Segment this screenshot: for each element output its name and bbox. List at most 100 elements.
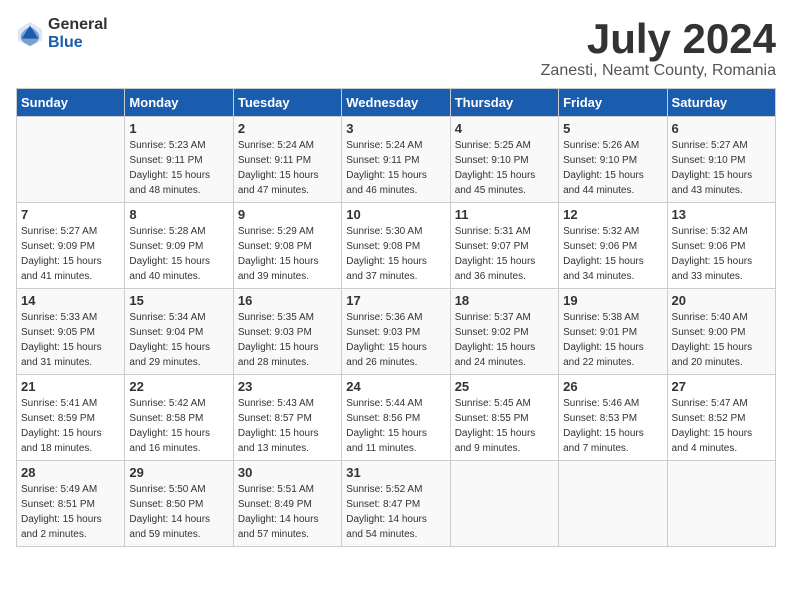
day-detail: Sunrise: 5:36 AM Sunset: 9:03 PM Dayligh…: [346, 310, 445, 370]
header-sunday: Sunday: [17, 89, 125, 117]
calendar-cell: 14 Sunrise: 5:33 AM Sunset: 9:05 PM Dayli…: [17, 289, 125, 375]
header-wednesday: Wednesday: [342, 89, 450, 117]
logo-blue: Blue: [48, 34, 108, 52]
calendar-cell: [667, 461, 775, 547]
title-block: July 2024 Zanesti, Neamt County, Romania: [541, 16, 776, 80]
day-detail: Sunrise: 5:33 AM Sunset: 9:05 PM Dayligh…: [21, 310, 120, 370]
day-number: 22: [129, 379, 228, 394]
day-number: 11: [455, 207, 554, 222]
calendar-cell: 24 Sunrise: 5:44 AM Sunset: 8:56 PM Dayli…: [342, 375, 450, 461]
day-number: 30: [238, 465, 337, 480]
day-detail: Sunrise: 5:38 AM Sunset: 9:01 PM Dayligh…: [563, 310, 662, 370]
day-number: 28: [21, 465, 120, 480]
day-number: 23: [238, 379, 337, 394]
day-number: 4: [455, 121, 554, 136]
day-number: 15: [129, 293, 228, 308]
day-detail: Sunrise: 5:37 AM Sunset: 9:02 PM Dayligh…: [455, 310, 554, 370]
calendar-cell: 16Sunrise: 5:35 AM Sunset: 9:03 PM Dayli…: [233, 289, 341, 375]
day-detail: Sunrise: 5:52 AM Sunset: 8:47 PM Dayligh…: [346, 482, 445, 542]
day-number: 17: [346, 293, 445, 308]
calendar-cell: 7 Sunrise: 5:27 AM Sunset: 9:09 PM Daylig…: [17, 203, 125, 289]
calendar-cell: 2 Sunrise: 5:24 AM Sunset: 9:11 PM Daylig…: [233, 117, 341, 203]
day-number: 12: [563, 207, 662, 222]
day-number: 29: [129, 465, 228, 480]
day-number: 3: [346, 121, 445, 136]
day-detail: Sunrise: 5:51 AM Sunset: 8:49 PM Dayligh…: [238, 482, 337, 542]
calendar-cell: 9 Sunrise: 5:29 AM Sunset: 9:08 PM Daylig…: [233, 203, 341, 289]
day-detail: Sunrise: 5:27 AM Sunset: 9:10 PM Dayligh…: [672, 138, 771, 198]
day-number: 27: [672, 379, 771, 394]
header-tuesday: Tuesday: [233, 89, 341, 117]
day-detail: Sunrise: 5:40 AM Sunset: 9:00 PM Dayligh…: [672, 310, 771, 370]
day-detail: Sunrise: 5:45 AM Sunset: 8:55 PM Dayligh…: [455, 396, 554, 456]
calendar-cell: 15 Sunrise: 5:34 AM Sunset: 9:04 PM Dayli…: [125, 289, 233, 375]
day-detail: Sunrise: 5:28 AM Sunset: 9:09 PM Dayligh…: [129, 224, 228, 284]
logo-text: General Blue: [48, 16, 108, 51]
calendar-cell: 11 Sunrise: 5:31 AM Sunset: 9:07 PM Dayli…: [450, 203, 558, 289]
calendar-cell: 3Sunrise: 5:24 AM Sunset: 9:11 PM Daylig…: [342, 117, 450, 203]
day-detail: Sunrise: 5:44 AM Sunset: 8:56 PM Dayligh…: [346, 396, 445, 456]
logo-general: General: [48, 16, 108, 34]
calendar-cell: 17 Sunrise: 5:36 AM Sunset: 9:03 PM Dayli…: [342, 289, 450, 375]
day-detail: Sunrise: 5:32 AM Sunset: 9:06 PM Dayligh…: [672, 224, 771, 284]
calendar-cell: 4 Sunrise: 5:25 AM Sunset: 9:10 PM Daylig…: [450, 117, 558, 203]
calendar-cell: 23Sunrise: 5:43 AM Sunset: 8:57 PM Dayli…: [233, 375, 341, 461]
day-number: 21: [21, 379, 120, 394]
day-number: 16: [238, 293, 337, 308]
calendar-cell: 13 Sunrise: 5:32 AM Sunset: 9:06 PM Dayli…: [667, 203, 775, 289]
header-friday: Friday: [559, 89, 667, 117]
day-detail: Sunrise: 5:49 AM Sunset: 8:51 PM Dayligh…: [21, 482, 120, 542]
day-detail: Sunrise: 5:50 AM Sunset: 8:50 PM Dayligh…: [129, 482, 228, 542]
week-row-2: 7 Sunrise: 5:27 AM Sunset: 9:09 PM Daylig…: [17, 203, 776, 289]
week-row-5: 28 Sunrise: 5:49 AM Sunset: 8:51 PM Dayli…: [17, 461, 776, 547]
day-number: 10: [346, 207, 445, 222]
day-number: 1: [129, 121, 228, 136]
calendar-cell: 19 Sunrise: 5:38 AM Sunset: 9:01 PM Dayli…: [559, 289, 667, 375]
calendar-cell: 26Sunrise: 5:46 AM Sunset: 8:53 PM Dayli…: [559, 375, 667, 461]
page-header: General Blue July 2024 Zanesti, Neamt Co…: [16, 16, 776, 80]
day-number: 6: [672, 121, 771, 136]
calendar-cell: 21Sunrise: 5:41 AM Sunset: 8:59 PM Dayli…: [17, 375, 125, 461]
calendar-cell: 29 Sunrise: 5:50 AM Sunset: 8:50 PM Dayli…: [125, 461, 233, 547]
day-number: 24: [346, 379, 445, 394]
day-detail: Sunrise: 5:25 AM Sunset: 9:10 PM Dayligh…: [455, 138, 554, 198]
day-number: 7: [21, 207, 120, 222]
day-number: 14: [21, 293, 120, 308]
calendar-cell: [559, 461, 667, 547]
calendar-cell: 1 Sunrise: 5:23 AM Sunset: 9:11 PM Daylig…: [125, 117, 233, 203]
week-row-3: 14 Sunrise: 5:33 AM Sunset: 9:05 PM Dayli…: [17, 289, 776, 375]
calendar-cell: 20Sunrise: 5:40 AM Sunset: 9:00 PM Dayli…: [667, 289, 775, 375]
calendar-header: SundayMondayTuesdayWednesdayThursdayFrid…: [17, 89, 776, 117]
day-detail: Sunrise: 5:23 AM Sunset: 9:11 PM Dayligh…: [129, 138, 228, 198]
subtitle: Zanesti, Neamt County, Romania: [541, 62, 776, 80]
week-row-4: 21Sunrise: 5:41 AM Sunset: 8:59 PM Dayli…: [17, 375, 776, 461]
calendar-cell: 18 Sunrise: 5:37 AM Sunset: 9:02 PM Dayli…: [450, 289, 558, 375]
day-number: 8: [129, 207, 228, 222]
day-number: 25: [455, 379, 554, 394]
calendar-cell: [450, 461, 558, 547]
day-number: 19: [563, 293, 662, 308]
calendar-cell: 30 Sunrise: 5:51 AM Sunset: 8:49 PM Dayli…: [233, 461, 341, 547]
day-number: 31: [346, 465, 445, 480]
calendar-cell: 31 Sunrise: 5:52 AM Sunset: 8:47 PM Dayli…: [342, 461, 450, 547]
day-detail: Sunrise: 5:46 AM Sunset: 8:53 PM Dayligh…: [563, 396, 662, 456]
calendar-cell: 22Sunrise: 5:42 AM Sunset: 8:58 PM Dayli…: [125, 375, 233, 461]
day-number: 18: [455, 293, 554, 308]
day-detail: Sunrise: 5:31 AM Sunset: 9:07 PM Dayligh…: [455, 224, 554, 284]
calendar-body: 1 Sunrise: 5:23 AM Sunset: 9:11 PM Daylig…: [17, 117, 776, 547]
calendar-cell: 8 Sunrise: 5:28 AM Sunset: 9:09 PM Daylig…: [125, 203, 233, 289]
day-number: 9: [238, 207, 337, 222]
main-title: July 2024: [541, 16, 776, 62]
day-detail: Sunrise: 5:27 AM Sunset: 9:09 PM Dayligh…: [21, 224, 120, 284]
calendar-table: SundayMondayTuesdayWednesdayThursdayFrid…: [16, 88, 776, 547]
day-detail: Sunrise: 5:29 AM Sunset: 9:08 PM Dayligh…: [238, 224, 337, 284]
calendar-cell: 27 Sunrise: 5:47 AM Sunset: 8:52 PM Dayli…: [667, 375, 775, 461]
day-detail: Sunrise: 5:24 AM Sunset: 9:11 PM Dayligh…: [238, 138, 337, 198]
day-detail: Sunrise: 5:30 AM Sunset: 9:08 PM Dayligh…: [346, 224, 445, 284]
day-detail: Sunrise: 5:47 AM Sunset: 8:52 PM Dayligh…: [672, 396, 771, 456]
logo: General Blue: [16, 16, 108, 51]
day-detail: Sunrise: 5:34 AM Sunset: 9:04 PM Dayligh…: [129, 310, 228, 370]
header-monday: Monday: [125, 89, 233, 117]
day-number: 2: [238, 121, 337, 136]
day-number: 13: [672, 207, 771, 222]
